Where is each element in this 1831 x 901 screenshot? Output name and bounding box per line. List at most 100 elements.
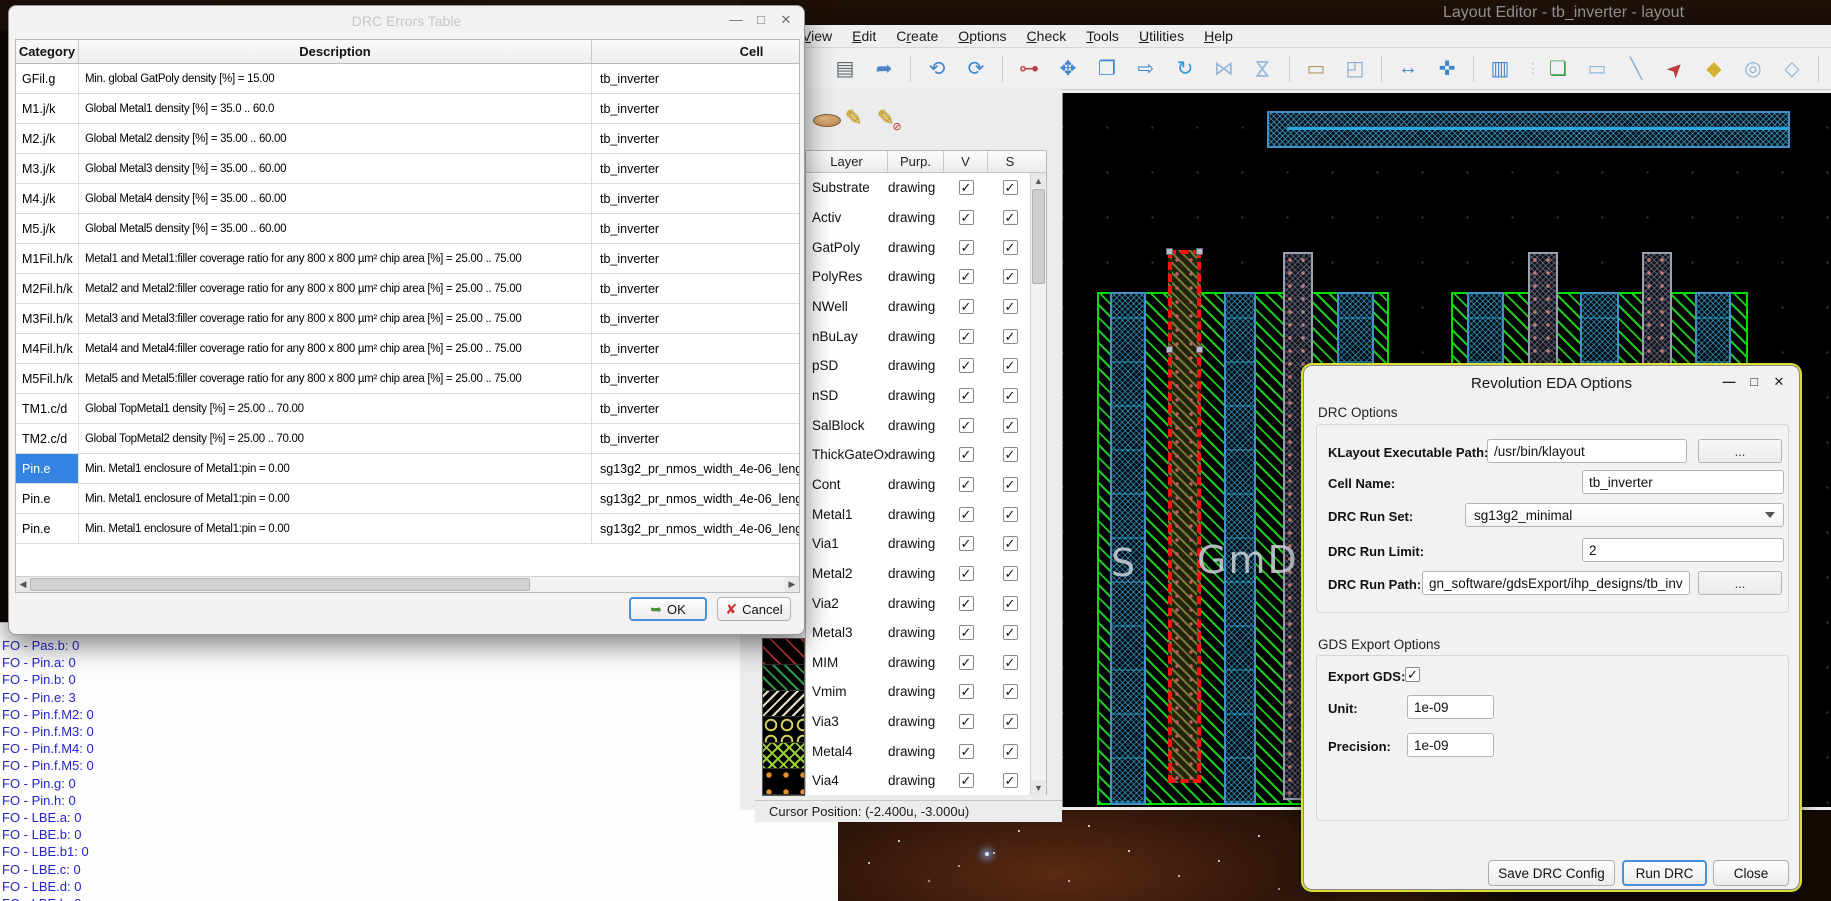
- undo-icon[interactable]: ⟲: [924, 56, 950, 82]
- layer-selectable-checkbox[interactable]: ✓: [1003, 655, 1018, 670]
- drc-error-row[interactable]: TM1.c/dGlobal TopMetal1 density [%] = 25…: [16, 394, 799, 424]
- close-button[interactable]: Close: [1713, 860, 1789, 886]
- layer-visible-checkbox[interactable]: ✓: [959, 388, 974, 403]
- flip-vertical-icon[interactable]: ⋈: [1250, 56, 1276, 82]
- layer-row[interactable]: Substratedrawing✓✓: [806, 173, 1032, 203]
- layer-visible-checkbox[interactable]: ✓: [959, 358, 974, 373]
- layer-selectable-checkbox[interactable]: ✓: [1003, 299, 1018, 314]
- layer-table-scrollbar[interactable]: ▲ ▼: [1030, 173, 1046, 795]
- layer-selectable-checkbox[interactable]: ✓: [1003, 625, 1018, 640]
- layer-row[interactable]: nBuLaydrawing✓✓: [806, 321, 1032, 351]
- layer-visible-checkbox[interactable]: ✓: [959, 596, 974, 611]
- layout-shape-metal2-rail[interactable]: [1267, 111, 1790, 148]
- layer-row[interactable]: NWelldrawing✓✓: [806, 292, 1032, 322]
- layer-row[interactable]: Metal2drawing✓✓: [806, 559, 1032, 589]
- layer-selectable-checkbox[interactable]: ✓: [1003, 477, 1018, 492]
- drc-error-row[interactable]: M2Fil.h/kMetal2 and Metal2:filler covera…: [16, 274, 799, 304]
- layer-selectable-checkbox[interactable]: ✓: [1003, 269, 1018, 284]
- create-via-icon[interactable]: ◎: [1740, 56, 1766, 82]
- stretch-icon[interactable]: ↔: [1395, 56, 1421, 82]
- selected-gatpoly-shape[interactable]: [1168, 250, 1201, 783]
- layer-visible-checkbox[interactable]: ✓: [959, 684, 974, 699]
- layer-row[interactable]: Activdrawing✓✓: [806, 203, 1032, 233]
- layer-visible-checkbox[interactable]: ✓: [959, 180, 974, 195]
- menu-tools[interactable]: Tools: [1076, 26, 1129, 46]
- menu-help[interactable]: Help: [1194, 26, 1243, 46]
- layer-pattern-swatch-orange-dots[interactable]: [763, 769, 804, 795]
- flip-horizontal-icon[interactable]: ⋈: [1211, 56, 1237, 82]
- layer-row[interactable]: Metal3drawing✓✓: [806, 618, 1032, 648]
- purpose-column-header[interactable]: Purp.: [888, 151, 944, 172]
- drc-error-row[interactable]: M1Fil.h/kMetal1 and Metal1:filler covera…: [16, 244, 799, 274]
- layer-selectable-checkbox[interactable]: ✓: [1003, 596, 1018, 611]
- layer-selectable-checkbox[interactable]: ✓: [1003, 358, 1018, 373]
- menu-create[interactable]: Create: [886, 26, 948, 46]
- layer-visible-checkbox[interactable]: ✓: [959, 714, 974, 729]
- precision-input[interactable]: [1407, 733, 1494, 757]
- move-by-icon[interactable]: ✜: [1434, 56, 1460, 82]
- layer-selectable-checkbox[interactable]: ✓: [1003, 773, 1018, 788]
- layer-column-header[interactable]: Layer: [806, 151, 888, 172]
- layer-selectable-checkbox[interactable]: ✓: [1003, 180, 1018, 195]
- layer-swatch-oval-icon[interactable]: [813, 114, 841, 127]
- drc-error-row[interactable]: M5Fil.h/kMetal5 and Metal5:filler covera…: [16, 364, 799, 394]
- create-pin-icon[interactable]: ➤: [1657, 50, 1694, 87]
- layer-visible-checkbox[interactable]: ✓: [959, 477, 974, 492]
- create-line-icon[interactable]: ╲: [1623, 56, 1649, 82]
- probe-icon[interactable]: ⊶: [1016, 56, 1042, 82]
- drc-error-row[interactable]: M4Fil.h/kMetal4 and Metal4:filler covera…: [16, 334, 799, 364]
- close-icon[interactable]: ✕: [1771, 374, 1787, 390]
- ok-button[interactable]: ➥ OK: [629, 597, 707, 621]
- menu-check[interactable]: Check: [1017, 26, 1077, 46]
- layer-selectable-checkbox[interactable]: ✓: [1003, 507, 1018, 522]
- export-gds-checkbox[interactable]: ✓: [1405, 667, 1420, 682]
- drc-error-row[interactable]: M5.j/kGlobal Metal5 density [%] = 35.00 …: [16, 214, 799, 244]
- export-image-icon[interactable]: ➦: [871, 56, 897, 82]
- drc-error-row[interactable]: Pin.eMin. Metal1 enclosure of Metal1:pin…: [16, 484, 799, 514]
- menu-utilities[interactable]: Utilities: [1129, 26, 1194, 46]
- move-icon[interactable]: ✥: [1055, 56, 1081, 82]
- run-drc-button[interactable]: Run DRC: [1622, 860, 1707, 886]
- maximize-icon[interactable]: □: [1746, 374, 1762, 390]
- layer-visible-checkbox[interactable]: ✓: [959, 418, 974, 433]
- klayout-path-input[interactable]: [1487, 439, 1687, 463]
- layer-pattern-swatch-green-zigzag[interactable]: [763, 743, 804, 769]
- layer-row[interactable]: MIMdrawing✓✓: [806, 648, 1032, 678]
- layer-visible-checkbox[interactable]: ✓: [959, 536, 974, 551]
- layer-row[interactable]: Vmimdrawing✓✓: [806, 677, 1032, 707]
- drc-error-row[interactable]: M3.j/kGlobal Metal3 density [%] = 35.00 …: [16, 154, 799, 184]
- layer-row[interactable]: Via4drawing✓✓: [806, 766, 1032, 795]
- properties-icon[interactable]: ▥: [1487, 56, 1513, 82]
- layer-visible-checkbox[interactable]: ✓: [959, 655, 974, 670]
- selection-handle[interactable]: [1196, 248, 1203, 255]
- layer-selectable-checkbox[interactable]: ✓: [1003, 566, 1018, 581]
- layer-selectable-checkbox[interactable]: ✓: [1003, 329, 1018, 344]
- layer-visible-checkbox[interactable]: ✓: [959, 299, 974, 314]
- create-label-icon[interactable]: ◆: [1701, 56, 1727, 82]
- drc-table-hscrollbar[interactable]: ◀ ▶: [16, 576, 799, 592]
- scroll-left-icon[interactable]: ◀: [16, 577, 30, 592]
- scrollbar-thumb[interactable]: [30, 578, 530, 591]
- create-rect-icon[interactable]: ▭: [1584, 56, 1610, 82]
- selection-handle[interactable]: [1166, 248, 1173, 255]
- minimize-icon[interactable]: —: [1721, 374, 1737, 390]
- visible-column-header[interactable]: V: [944, 151, 988, 172]
- drc-run-path-input[interactable]: [1422, 571, 1690, 595]
- scroll-right-icon[interactable]: ▶: [785, 577, 799, 592]
- menu-options[interactable]: Options: [948, 26, 1016, 46]
- drc-error-row[interactable]: Pin.eMin. Metal1 enclosure of Metal1:pin…: [16, 454, 799, 484]
- layer-selectable-checkbox[interactable]: ✓: [1003, 418, 1018, 433]
- drc-error-row[interactable]: M2.j/kGlobal Metal2 density [%] = 35.00 …: [16, 124, 799, 154]
- layer-pattern-swatch-red-diag[interactable]: [763, 639, 804, 665]
- layer-row[interactable]: PolyResdrawing✓✓: [806, 262, 1032, 292]
- layer-row[interactable]: Metal1drawing✓✓: [806, 499, 1032, 529]
- draw-pencil-off-icon[interactable]: ✎: [877, 106, 895, 131]
- scroll-up-icon[interactable]: ▲: [1031, 173, 1046, 188]
- drc-run-path-browse-button[interactable]: ...: [1698, 571, 1782, 595]
- layer-row[interactable]: nSDdrawing✓✓: [806, 381, 1032, 411]
- layer-selectable-checkbox[interactable]: ✓: [1003, 536, 1018, 551]
- layer-visible-checkbox[interactable]: ✓: [959, 744, 974, 759]
- layer-row[interactable]: SalBlockdrawing✓✓: [806, 410, 1032, 440]
- layer-selectable-checkbox[interactable]: ✓: [1003, 388, 1018, 403]
- drc-error-row[interactable]: Pin.eMin. Metal1 enclosure of Metal1:pin…: [16, 514, 799, 544]
